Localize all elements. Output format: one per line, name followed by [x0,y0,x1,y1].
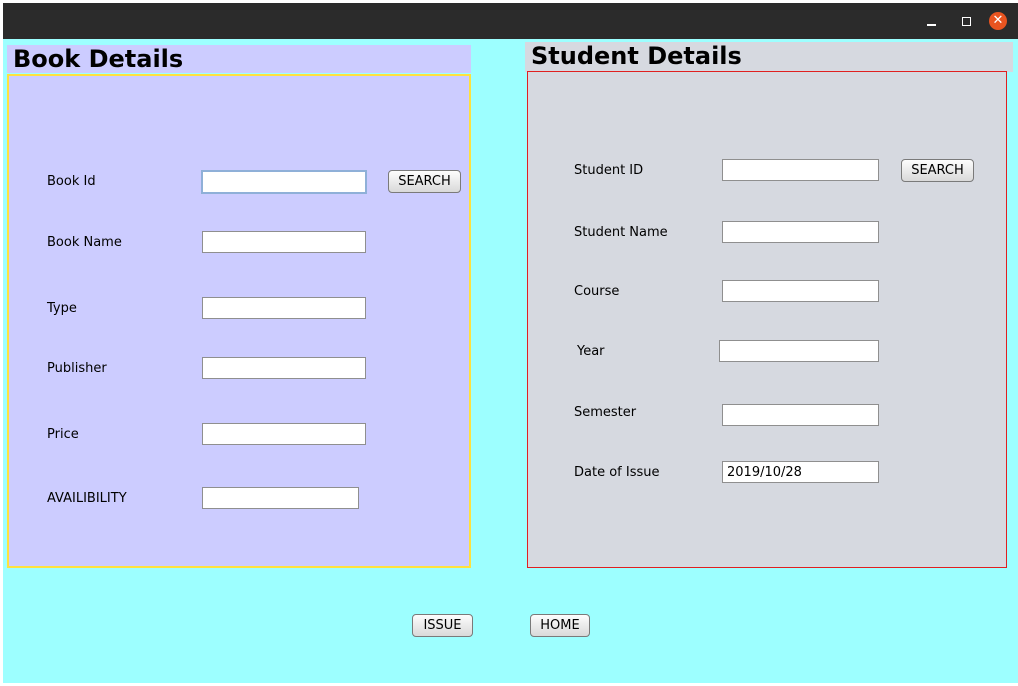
issue-button[interactable]: ISSUE [412,614,473,637]
home-button[interactable]: HOME [530,614,590,637]
course-label: Course [574,284,620,299]
student-details-panel [527,71,1007,568]
student-search-button[interactable]: SEARCH [901,159,974,182]
type-input[interactable] [202,297,366,319]
date-of-issue-input[interactable] [722,461,879,483]
book-search-button[interactable]: SEARCH [388,170,461,193]
date-of-issue-label: Date of Issue [574,465,660,480]
book-name-input[interactable] [202,231,366,253]
type-label: Type [47,301,77,316]
course-input[interactable] [722,280,879,302]
student-id-input[interactable] [722,159,879,181]
price-label: Price [47,427,79,442]
book-details-title: Book Details [7,45,471,73]
price-input[interactable] [202,423,366,445]
student-name-label: Student Name [574,225,668,240]
maximize-icon[interactable] [958,13,974,29]
book-name-label: Book Name [47,235,122,250]
book-id-input[interactable] [201,170,367,194]
book-id-label: Book Id [47,174,96,189]
year-input[interactable] [719,340,879,362]
close-icon[interactable]: ✕ [989,12,1007,30]
minimize-icon[interactable] [923,13,939,29]
student-name-input[interactable] [722,221,879,243]
publisher-input[interactable] [202,357,366,379]
availability-input[interactable] [202,487,359,509]
student-id-label: Student ID [574,163,644,178]
publisher-label: Publisher [47,361,107,376]
semester-input[interactable] [722,404,879,426]
semester-label: Semester [574,405,637,420]
title-bar: ✕ [3,3,1018,39]
availability-label: AVAILIBILITY [47,491,127,506]
student-details-title: Student Details [525,42,1013,72]
year-label: Year [577,344,605,359]
